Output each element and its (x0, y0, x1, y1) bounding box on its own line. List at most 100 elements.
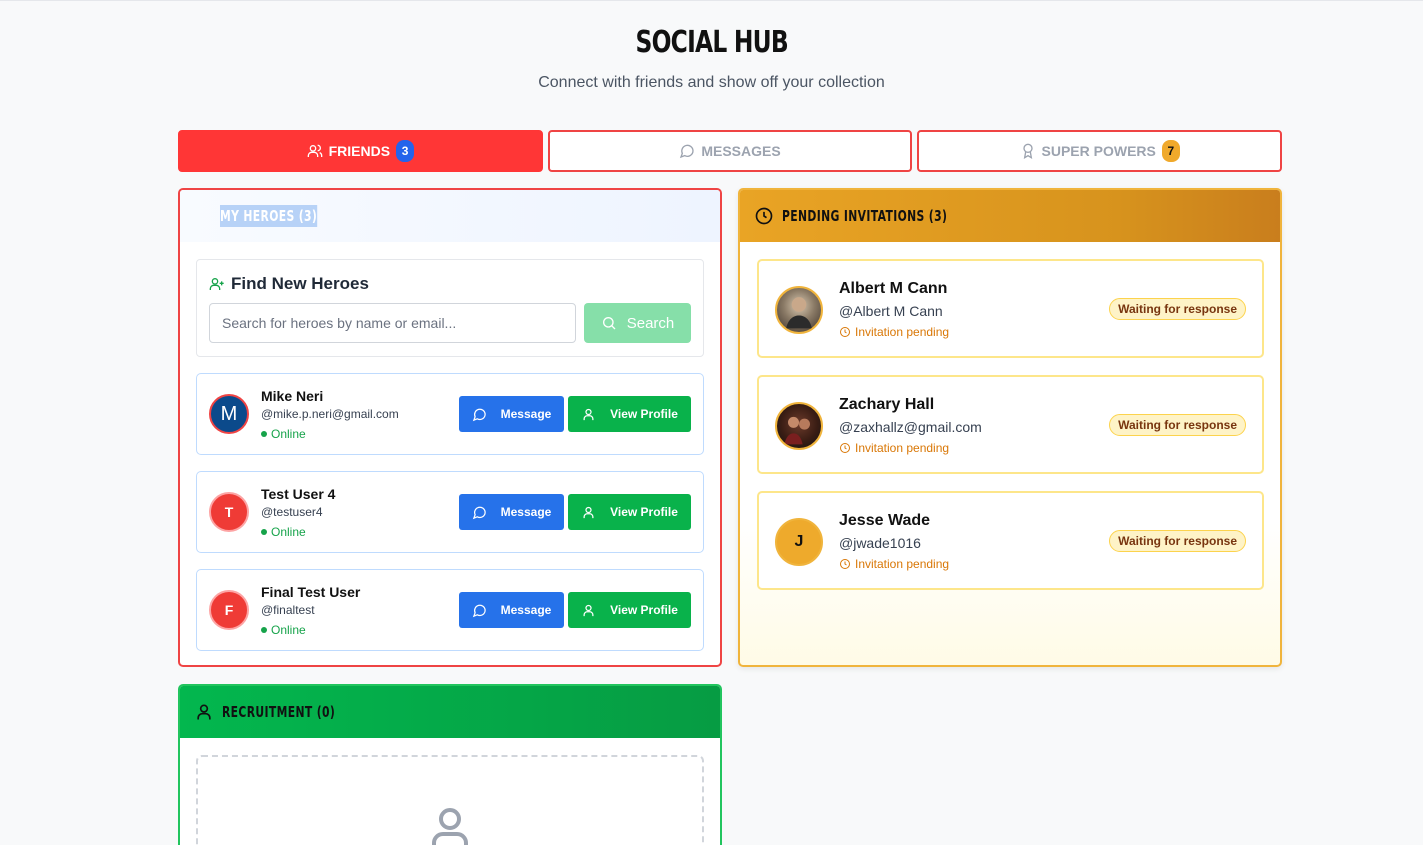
waiting-badge: Waiting for response (1109, 414, 1246, 436)
invitee-handle: @Albert M Cann (839, 303, 943, 319)
person-photo-icon (784, 416, 810, 445)
my-heroes-panel: MY HEROES (3) Find New Heroes Search M M… (178, 188, 722, 667)
online-status: Online (261, 525, 306, 539)
friend-handle: @testuser4 (261, 505, 323, 519)
invite-card: J Jesse Wade @jwade1016 Invitation pendi… (757, 491, 1264, 590)
avatar: J (775, 518, 823, 566)
message-button-label: Message (500, 505, 552, 519)
online-status: Online (261, 427, 306, 441)
page-header: SOCIAL HUB Connect with friends and show… (0, 1, 1423, 92)
view-profile-button[interactable]: View Profile (568, 396, 691, 432)
users-icon (307, 144, 322, 157)
invitation-status-label: Invitation pending (855, 557, 950, 571)
online-status-label: Online (271, 427, 306, 441)
search-button[interactable]: Search (584, 303, 691, 343)
my-heroes-title: MY HEROES (3) (220, 205, 318, 227)
find-heroes-label: Find New Heroes (231, 274, 369, 293)
view-profile-label: View Profile (610, 505, 678, 519)
tab-super-powers[interactable]: SUPER POWERS 7 (917, 130, 1283, 172)
invitation-status-label: Invitation pending (855, 325, 950, 339)
clock-icon (840, 443, 850, 453)
search-icon (602, 317, 616, 330)
recruitment-empty-state (196, 755, 704, 845)
view-profile-button[interactable]: View Profile (568, 494, 691, 530)
award-icon (1022, 143, 1033, 159)
friend-handle: @finaltest (261, 603, 315, 617)
hero-search-input[interactable] (209, 303, 576, 343)
invitee-handle: @jwade1016 (839, 535, 921, 551)
user-icon (197, 704, 211, 720)
tab-bar: FRIENDS 3 MESSAGES SUPER POWERS 7 (178, 130, 1283, 172)
message-circle-icon (472, 506, 486, 519)
invitee-handle: @zaxhallz@gmail.com (839, 419, 982, 435)
message-button[interactable]: Message (459, 494, 564, 530)
invitee-name: Jesse Wade (839, 512, 931, 529)
super-powers-count-badge: 7 (1161, 140, 1180, 162)
online-dot-icon (261, 431, 267, 437)
message-button[interactable]: Message (459, 396, 564, 432)
message-button[interactable]: Message (459, 592, 564, 628)
friend-name: Test User 4 (261, 486, 336, 502)
message-button-label: Message (500, 603, 552, 617)
invitation-status: Invitation pending (839, 557, 949, 571)
clock-icon (755, 207, 773, 225)
avatar: F (209, 590, 249, 630)
message-circle-icon (472, 604, 486, 617)
clock-icon (840, 327, 850, 337)
invite-card: Zachary Hall @zaxhallz@gmail.com Invitat… (757, 375, 1264, 474)
invitation-status-label: Invitation pending (855, 441, 950, 455)
page-title: SOCIAL HUB (635, 25, 788, 60)
tab-super-powers-label: SUPER POWERS (1041, 143, 1156, 159)
user-placeholder-icon (432, 808, 468, 845)
avatar-photo (775, 286, 823, 334)
invitee-name: Albert M Cann (839, 280, 948, 297)
view-profile-label: View Profile (610, 603, 678, 617)
view-profile-button[interactable]: View Profile (568, 592, 691, 628)
page-subtitle: Connect with friends and show off your c… (538, 74, 885, 91)
avatar-photo (775, 402, 823, 450)
invitation-status: Invitation pending (839, 325, 949, 339)
friend-handle: @mike.p.neri@gmail.com (261, 407, 399, 421)
my-heroes-header: MY HEROES (3) (180, 190, 720, 242)
user-icon (583, 604, 594, 616)
friend-card: T Test User 4 @testuser4 Online Message … (196, 471, 704, 553)
waiting-badge: Waiting for response (1109, 298, 1246, 320)
view-profile-label: View Profile (610, 407, 678, 421)
friends-count-badge: 3 (396, 140, 415, 162)
recruitment-title: RECRUITMENT (0) (222, 703, 336, 721)
message-button-label: Message (500, 407, 552, 421)
online-status: Online (261, 623, 306, 637)
friend-name: Final Test User (261, 584, 361, 600)
recruitment-header: RECRUITMENT (0) (180, 686, 720, 738)
person-photo-icon (786, 297, 812, 329)
user-plus-icon (209, 278, 224, 290)
find-heroes-title: Find New Heroes (209, 274, 369, 294)
search-button-label: Search (626, 314, 675, 332)
pending-invitations-header: PENDING INVITATIONS (3) (740, 190, 1280, 242)
pending-invitations-panel: PENDING INVITATIONS (3) Albert M Cann @A… (738, 188, 1282, 667)
invitee-name: Zachary Hall (839, 396, 935, 413)
user-icon (583, 408, 594, 420)
online-status-label: Online (271, 525, 306, 539)
message-circle-icon (680, 144, 694, 159)
online-status-label: Online (271, 623, 306, 637)
pending-invitations-title: PENDING INVITATIONS (3) (782, 207, 948, 225)
tab-friends-label: FRIENDS (328, 143, 391, 159)
find-heroes-box: Find New Heroes Search (196, 259, 704, 357)
tab-friends[interactable]: FRIENDS 3 (178, 130, 543, 172)
user-icon (583, 506, 594, 518)
invitation-status: Invitation pending (839, 441, 949, 455)
message-circle-icon (472, 408, 486, 421)
online-dot-icon (261, 627, 267, 633)
tab-messages-label: MESSAGES (701, 143, 781, 159)
friend-card: M Mike Neri @mike.p.neri@gmail.com Onlin… (196, 373, 704, 455)
recruitment-panel: RECRUITMENT (0) (178, 684, 722, 845)
clock-icon (840, 559, 850, 569)
avatar: M (209, 394, 249, 434)
tab-messages[interactable]: MESSAGES (547, 130, 913, 172)
avatar: T (209, 492, 249, 532)
waiting-badge: Waiting for response (1109, 530, 1246, 552)
online-dot-icon (261, 529, 267, 535)
invite-card: Albert M Cann @Albert M Cann Invitation … (757, 259, 1264, 358)
friend-name: Mike Neri (261, 388, 324, 404)
